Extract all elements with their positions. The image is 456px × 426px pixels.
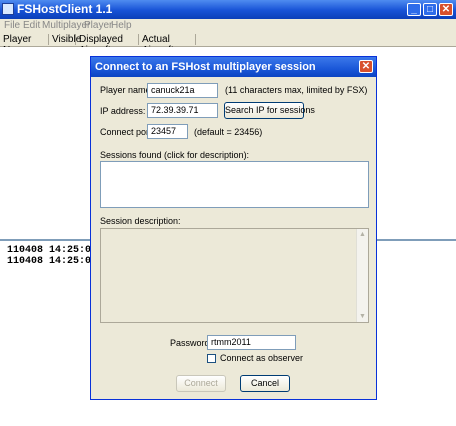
ip-address-label: IP address: xyxy=(100,106,146,116)
cancel-button[interactable]: Cancel xyxy=(240,375,290,392)
ip-address-field[interactable]: 72.39.39.71 xyxy=(147,103,218,118)
menu-player[interactable]: Player xyxy=(84,20,112,31)
menu-file[interactable]: File xyxy=(4,20,20,31)
menu-edit[interactable]: Edit xyxy=(23,20,40,31)
scroll-down-icon[interactable]: ▼ xyxy=(357,311,368,322)
dialog-title-bar[interactable]: Connect to an FSHost multiplayer session… xyxy=(91,57,376,77)
player-name-field[interactable]: canuck21a xyxy=(147,83,218,98)
port-hint: (default = 23456) xyxy=(194,127,263,137)
connect-button[interactable]: Connect xyxy=(176,375,226,392)
connect-dialog: Connect to an FSHost multiplayer session… xyxy=(90,56,377,400)
minimize-button[interactable]: _ xyxy=(407,3,421,16)
column-displayed-aircraft[interactable]: Displayed Aircraft xyxy=(76,34,139,56)
connect-port-label: Connect port: xyxy=(100,127,155,137)
window-title: FSHostClient 1.1 xyxy=(17,2,113,16)
maximize-button[interactable]: □ xyxy=(423,3,437,16)
search-sessions-button[interactable]: Search IP for sessions xyxy=(224,102,315,119)
session-description-label: Session description: xyxy=(100,216,181,226)
menu-bar: File Edit Multiplayer Player Help xyxy=(0,19,456,33)
column-player-name[interactable]: Player Name xyxy=(0,34,49,56)
player-name-hint: (11 characters max, limited by FSX) xyxy=(225,85,368,95)
dialog-close-button[interactable]: ✕ xyxy=(359,60,373,73)
observer-label: Connect as observer xyxy=(220,353,304,363)
observer-checkbox[interactable] xyxy=(207,354,216,363)
column-actual-aircraft[interactable]: Actual Aircraft xyxy=(139,34,196,56)
title-bar[interactable]: FSHostClient 1.1 _ □ ✕ xyxy=(0,0,456,19)
connect-port-field[interactable]: 23457 xyxy=(147,124,188,139)
sessions-list[interactable] xyxy=(100,161,369,208)
menu-help[interactable]: Help xyxy=(111,20,132,31)
password-label: Password: xyxy=(170,338,213,348)
dialog-title: Connect to an FSHost multiplayer session xyxy=(95,61,316,73)
scroll-up-icon[interactable]: ▲ xyxy=(357,229,368,240)
app-icon xyxy=(2,3,14,15)
player-name-label: Player name: xyxy=(100,85,154,95)
close-button[interactable]: ✕ xyxy=(439,3,453,16)
description-scrollbar[interactable]: ▲ ▼ xyxy=(356,229,368,322)
password-field[interactable]: rtmm2011 xyxy=(207,335,296,350)
sessions-found-label: Sessions found (click for description): xyxy=(100,150,250,160)
column-header: Player Name Visible Displayed Aircraft A… xyxy=(0,33,456,56)
session-description-box[interactable]: ▲ ▼ xyxy=(100,228,369,323)
column-visible[interactable]: Visible xyxy=(49,34,81,45)
